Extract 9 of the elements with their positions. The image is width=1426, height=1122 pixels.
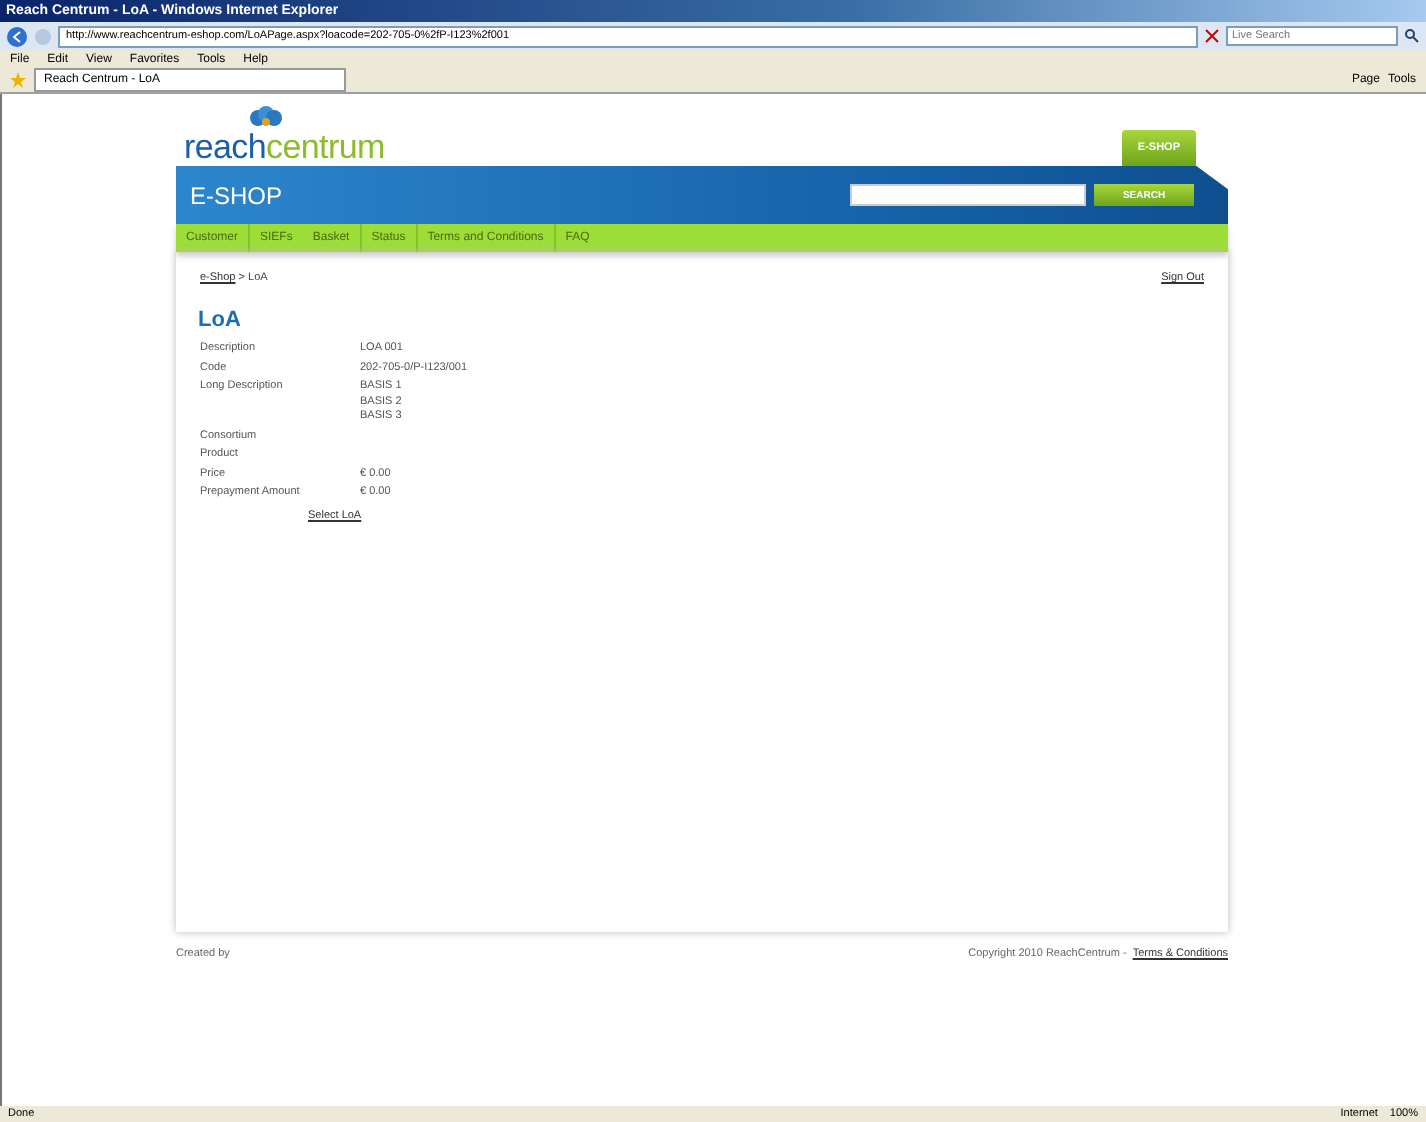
logo: reachcentrum (184, 130, 385, 166)
page-heading: LoA (198, 308, 243, 332)
close-icon[interactable] (1204, 28, 1220, 44)
star-icon[interactable] (10, 72, 26, 88)
header-title: E-SHOP (190, 181, 285, 209)
back-icon[interactable] (6, 25, 28, 47)
search-icon[interactable] (1404, 28, 1420, 44)
logo-icon (244, 106, 288, 130)
site-search-field[interactable] (850, 184, 1086, 206)
